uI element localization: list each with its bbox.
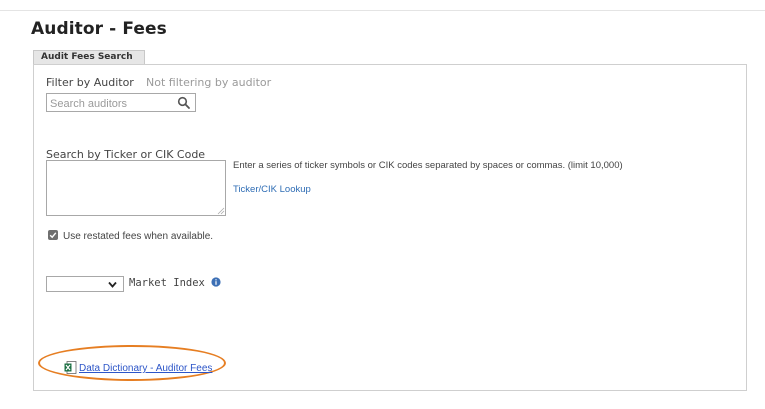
search-panel: Filter by Auditor Not filtering by audit… [33,64,747,391]
checkmark-icon [49,232,57,239]
ticker-cik-lookup-link[interactable]: Ticker/CIK Lookup [233,184,311,195]
use-restated-fees-checkbox[interactable] [48,230,58,240]
search-icon[interactable] [177,96,191,110]
market-index-select[interactable] [46,276,124,292]
page-title: Auditor - Fees [31,19,167,39]
auditor-search-input[interactable] [47,95,172,113]
use-restated-fees-label: Use restated fees when available. [63,231,214,242]
tab-audit-fees-search[interactable]: Audit Fees Search [33,50,145,65]
chevron-down-icon [108,281,117,288]
resize-grip-icon[interactable] [217,207,225,215]
top-divider [0,10,765,11]
ticker-help-text: Enter a series of ticker symbols or CIK … [233,160,623,171]
filter-by-auditor-label: Filter by Auditor [46,76,134,89]
market-index-label: Market Index [129,277,205,289]
ticker-cik-textarea[interactable] [46,160,226,216]
data-dictionary-link[interactable]: Data Dictionary - Auditor Fees [64,363,212,374]
auditor-filter-status: Not filtering by auditor [146,76,272,89]
auditor-search-box[interactable] [46,93,196,113]
info-icon[interactable] [211,277,221,287]
